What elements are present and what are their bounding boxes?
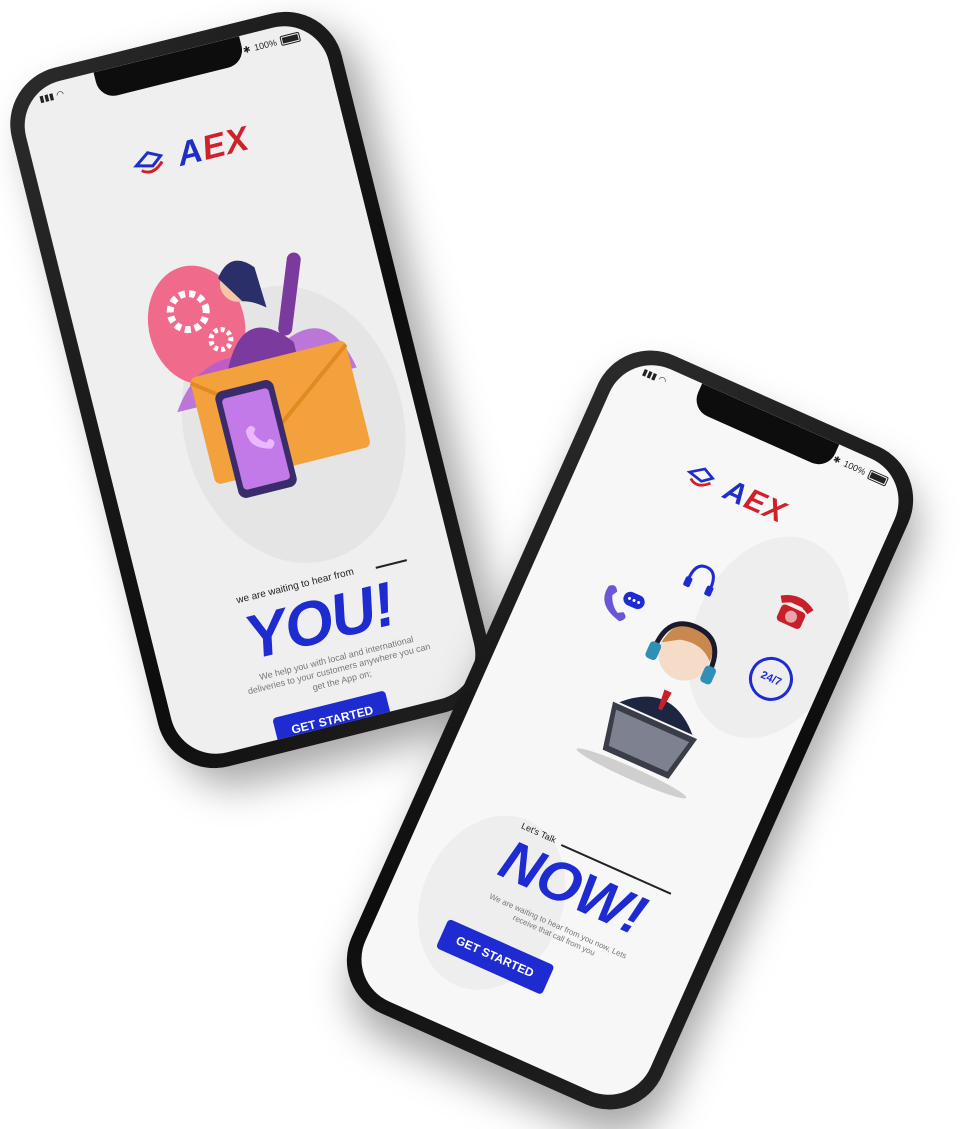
aex-logo: AEX <box>35 96 347 209</box>
bluetooth-icon: ✱ <box>831 453 843 466</box>
phone-mockup-left: ▮▮▮ ◠ ✱ 100% AEX we are waiting to hear … <box>0 0 503 781</box>
logo-text: AEX <box>718 473 792 530</box>
logo-mark-icon <box>133 150 164 174</box>
battery-icon <box>279 31 302 47</box>
bluetooth-icon: ✱ <box>241 43 252 55</box>
battery-percent: 100% <box>253 37 278 53</box>
signal-icon: ▮▮▮ ◠ <box>38 88 66 105</box>
logo-text: AEX <box>173 119 254 174</box>
woman-arm <box>278 252 301 336</box>
signal-icon: ▮▮▮ ◠ <box>640 366 669 387</box>
battery-percent: 100% <box>842 458 868 477</box>
logo-mark-icon <box>686 467 716 487</box>
tagline-underline <box>375 559 408 569</box>
battery-icon <box>866 469 890 487</box>
support-illustration <box>147 252 370 498</box>
